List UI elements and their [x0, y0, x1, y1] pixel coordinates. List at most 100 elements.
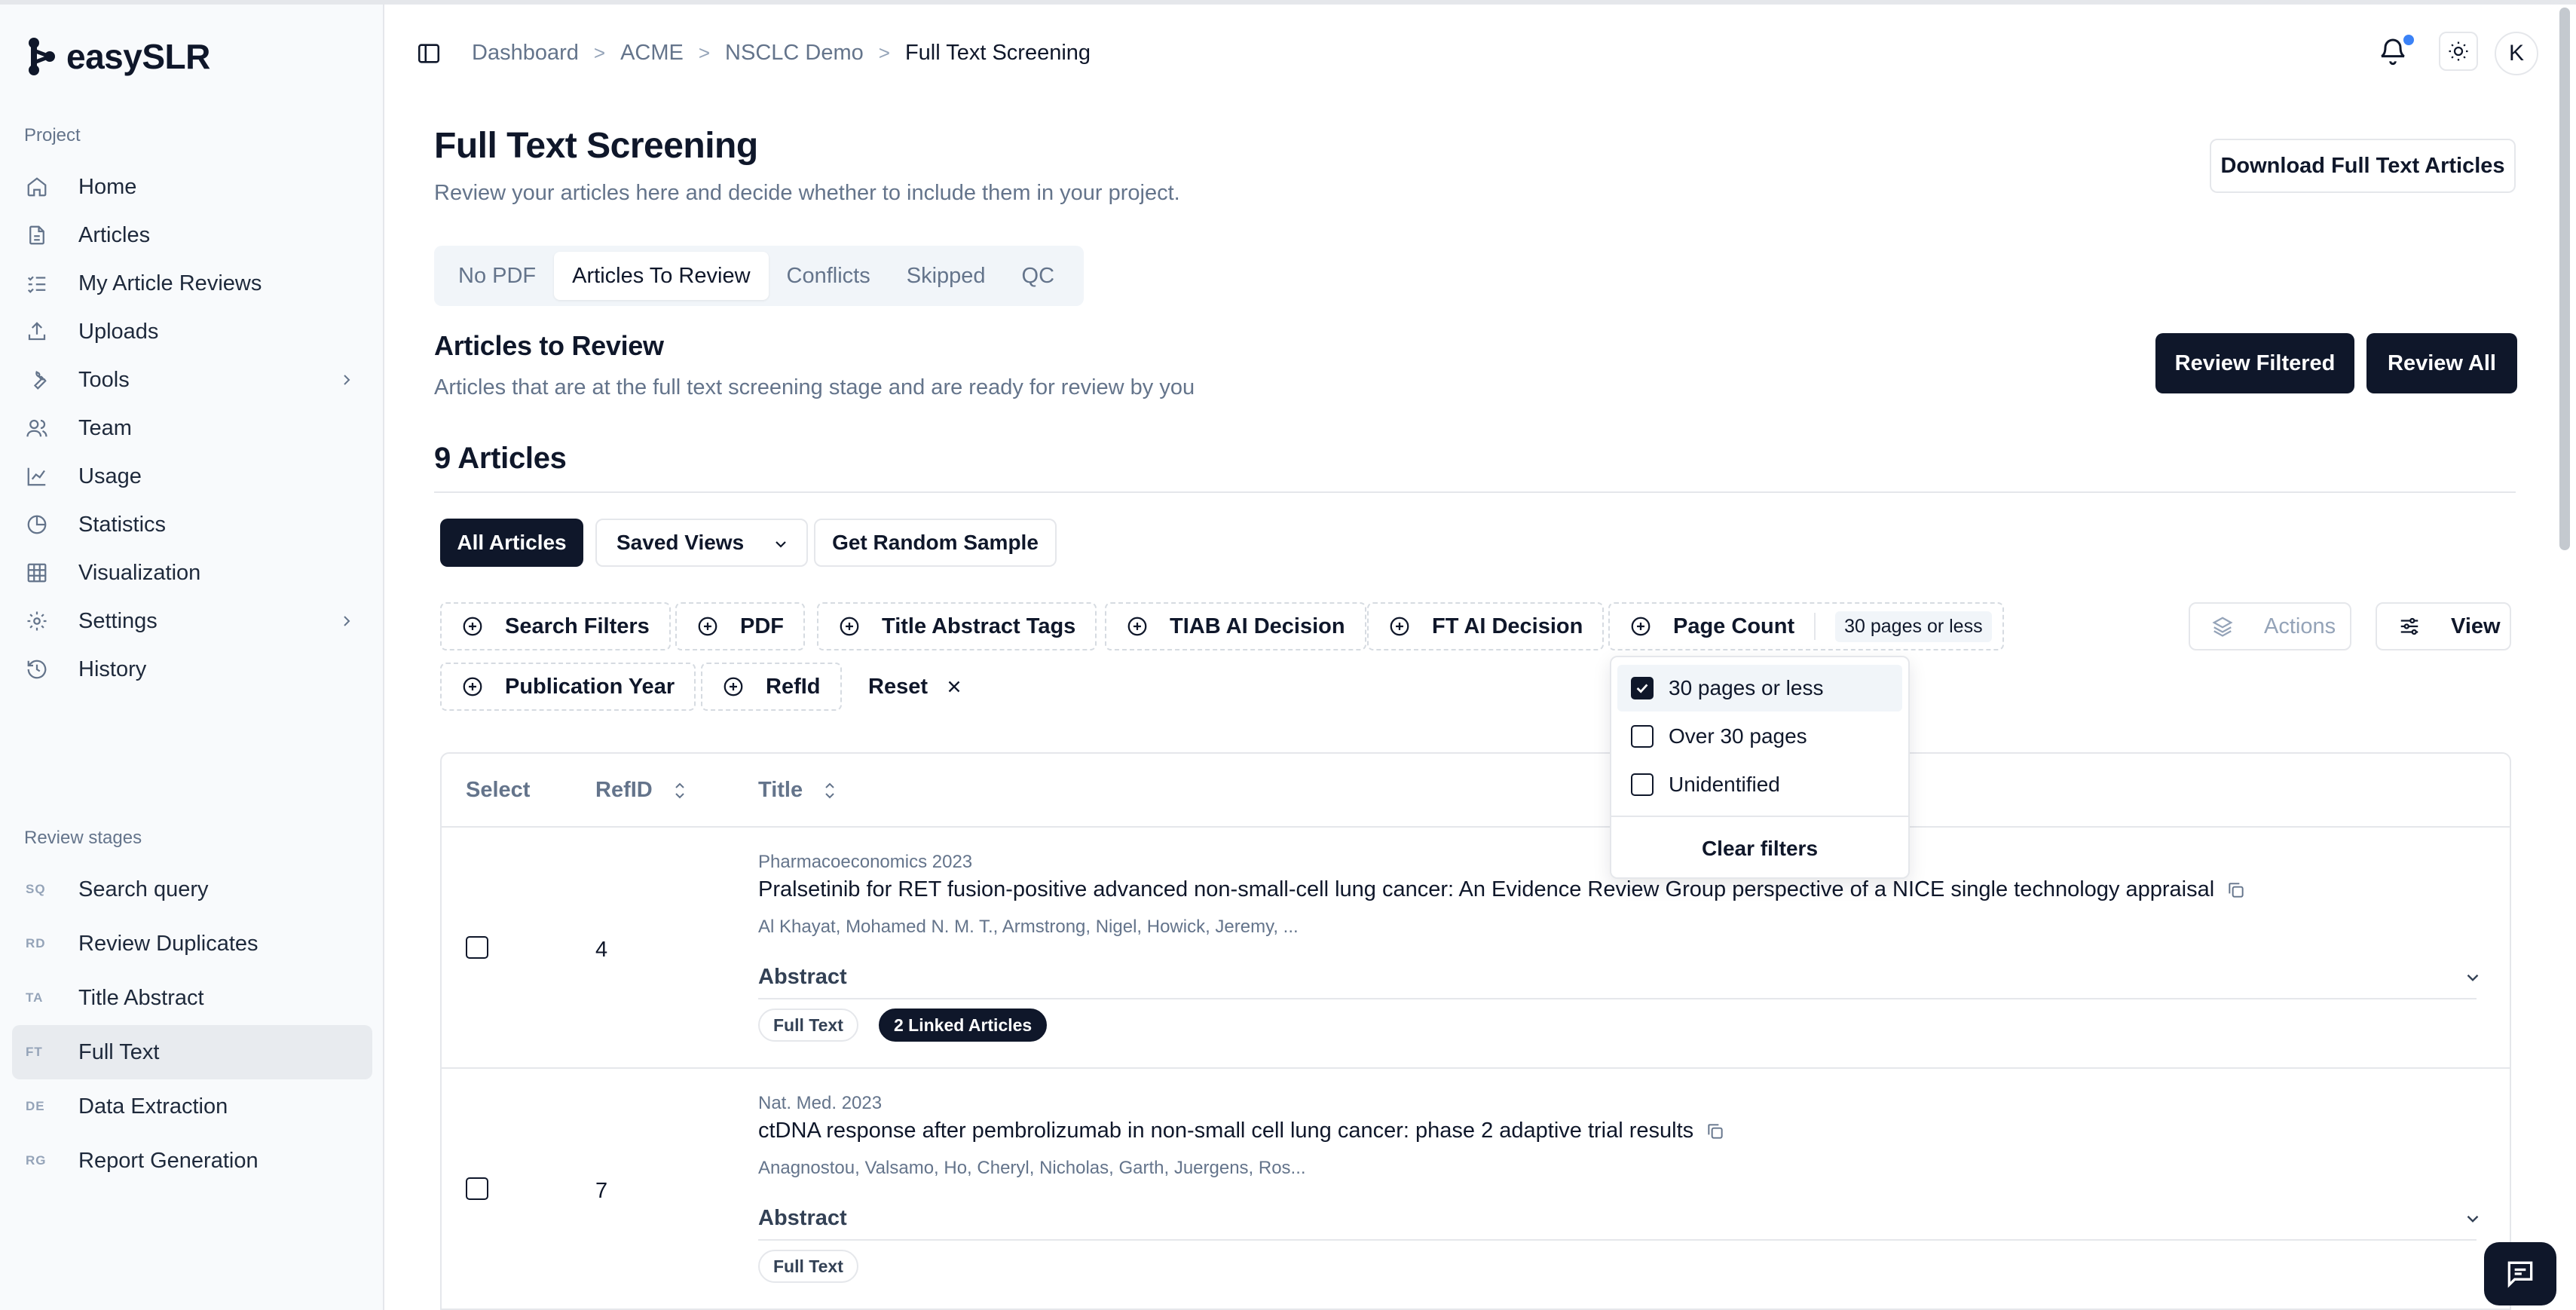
grid-icon: [26, 562, 48, 584]
pdf-filter-chip[interactable]: PDF: [675, 602, 805, 650]
full-text-tag: Full Text: [758, 1250, 858, 1283]
breadcrumb-acme[interactable]: ACME: [620, 41, 684, 66]
chip-label: PDF: [740, 614, 784, 638]
theme-toggle-button[interactable]: [2439, 32, 2478, 71]
tab-articles-to-review[interactable]: Articles To Review: [554, 252, 769, 300]
avatar[interactable]: K: [2495, 32, 2538, 75]
tab-conflicts[interactable]: Conflicts: [769, 252, 889, 300]
sidebar-item-usage[interactable]: Usage: [12, 452, 372, 500]
saved-views-dropdown[interactable]: Saved Views: [595, 519, 808, 567]
ft-ai-decision-chip[interactable]: FT AI Decision: [1367, 602, 1605, 650]
title-abstract-tags-chip[interactable]: Title Abstract Tags: [817, 602, 1097, 650]
tab-no-pdf[interactable]: No PDF: [440, 252, 554, 300]
chevron-right-icon: >: [698, 41, 711, 64]
page-count-option[interactable]: Over 30 pages: [1617, 713, 1902, 760]
random-sample-button[interactable]: Get Random Sample: [814, 519, 1057, 567]
sort-icon: [825, 782, 834, 798]
plus-circle-icon: [463, 617, 482, 636]
view-options-button[interactable]: View: [2376, 602, 2511, 650]
abstract-toggle[interactable]: Abstract: [758, 1206, 847, 1231]
reset-label: Reset: [868, 674, 928, 699]
clear-filters-button[interactable]: Clear filters: [1611, 828, 1908, 870]
sidebar-item-statistics[interactable]: Statistics: [12, 500, 372, 549]
chevron-right-icon: [344, 375, 350, 385]
row-select-checkbox[interactable]: [466, 936, 488, 959]
search-filters-chip[interactable]: Search Filters: [440, 602, 671, 650]
sidebar-item-team[interactable]: Team: [12, 404, 372, 452]
plus-circle-icon: [724, 677, 743, 696]
page-count-option[interactable]: Unidentified: [1617, 761, 1902, 808]
page-count-chip[interactable]: Page Count 30 pages or less: [1608, 602, 2004, 650]
full-text-tag: Full Text: [758, 1009, 858, 1042]
tab-qc[interactable]: QC: [1004, 252, 1073, 300]
row-title-text: Pralsetinib for RET fusion-positive adva…: [758, 877, 2215, 901]
row-title[interactable]: Pralsetinib for RET fusion-positive adva…: [758, 877, 2246, 902]
reset-filters-button[interactable]: Reset: [868, 663, 964, 711]
sidebar-item-my-article-reviews[interactable]: My Article Reviews: [12, 259, 372, 308]
actions-button[interactable]: Actions: [2189, 602, 2351, 650]
wrench-icon: [26, 369, 48, 391]
app-logo[interactable]: easySLR: [27, 36, 210, 77]
column-header-title[interactable]: Title: [758, 778, 837, 803]
stage-full-text[interactable]: FT Full Text: [12, 1025, 372, 1079]
all-articles-button[interactable]: All Articles: [440, 519, 583, 567]
row-title-text: ctDNA response after pembrolizumab in no…: [758, 1119, 1694, 1143]
stage-label: Report Generation: [78, 1148, 259, 1173]
page-scrollbar[interactable]: [2559, 8, 2570, 550]
chevron-down-icon[interactable]: [2463, 1209, 2483, 1229]
option-checkbox[interactable]: [1631, 773, 1654, 796]
row-select-checkbox[interactable]: [466, 1177, 488, 1200]
plus-circle-icon: [840, 617, 859, 636]
option-label: 30 pages or less: [1669, 676, 1824, 699]
stage-abbr: DE: [26, 1099, 45, 1113]
page-count-option[interactable]: 30 pages or less: [1617, 665, 1902, 712]
tiab-ai-decision-chip[interactable]: TIAB AI Decision: [1105, 602, 1366, 650]
review-filtered-button[interactable]: Review Filtered: [2155, 333, 2354, 393]
app-name: easySLR: [66, 37, 210, 76]
stage-report-generation[interactable]: RG Report Generation: [12, 1134, 372, 1188]
sidebar-item-tools[interactable]: Tools: [12, 356, 372, 404]
file-icon: [26, 224, 48, 246]
abstract-toggle[interactable]: Abstract: [758, 965, 847, 990]
column-header-label: RefID: [595, 778, 653, 802]
refid-filter-chip[interactable]: RefId: [701, 663, 842, 711]
option-checkbox[interactable]: [1631, 677, 1654, 699]
copy-icon[interactable]: [2226, 880, 2246, 900]
download-full-text-button[interactable]: Download Full Text Articles: [2210, 139, 2516, 193]
sidebar-toggle-icon[interactable]: [416, 41, 442, 66]
breadcrumb-project[interactable]: NSCLC Demo: [725, 41, 864, 66]
section-title: Articles to Review: [434, 330, 664, 361]
row-refid: 4: [595, 938, 608, 962]
plus-circle-icon: [1631, 617, 1651, 636]
sidebar-item-history[interactable]: History: [12, 645, 372, 693]
publication-year-chip[interactable]: Publication Year: [440, 663, 696, 711]
review-all-button[interactable]: Review All: [2366, 333, 2517, 393]
option-checkbox[interactable]: [1631, 725, 1654, 748]
sidebar-item-visualization[interactable]: Visualization: [12, 549, 372, 597]
chevron-down-icon[interactable]: [2463, 968, 2483, 987]
line-chart-icon: [26, 465, 48, 488]
stage-title-abstract[interactable]: TA Title Abstract: [12, 971, 372, 1025]
row-journal: Pharmacoeconomics 2023: [758, 852, 973, 872]
project-section-label: Project: [24, 125, 81, 145]
stage-label: Data Extraction: [78, 1094, 228, 1119]
chat-button[interactable]: [2484, 1242, 2556, 1305]
chevron-down-icon: [776, 541, 786, 548]
top-header: Dashboard > ACME > NSCLC Demo > Full Tex…: [386, 5, 2576, 99]
sidebar: easySLR Project Home Articles My Article…: [0, 5, 384, 1310]
chip-label: RefId: [766, 674, 821, 699]
row-title[interactable]: ctDNA response after pembrolizumab in no…: [758, 1119, 1725, 1143]
sidebar-item-articles[interactable]: Articles: [12, 211, 372, 259]
sidebar-item-settings[interactable]: Settings: [12, 597, 372, 645]
sidebar-item-uploads[interactable]: Uploads: [12, 308, 372, 356]
column-header-refid[interactable]: RefID: [595, 778, 687, 803]
copy-icon[interactable]: [1706, 1122, 1725, 1141]
option-label: Over 30 pages: [1669, 724, 1807, 748]
stage-search-query[interactable]: SQ Search query: [12, 862, 372, 917]
tab-skipped[interactable]: Skipped: [889, 252, 1004, 300]
breadcrumb-dashboard[interactable]: Dashboard: [472, 41, 579, 66]
stage-data-extraction[interactable]: DE Data Extraction: [12, 1079, 372, 1134]
linked-articles-tag[interactable]: 2 Linked Articles: [879, 1009, 1048, 1042]
sidebar-item-home[interactable]: Home: [12, 163, 372, 211]
stage-review-duplicates[interactable]: RD Review Duplicates: [12, 917, 372, 971]
